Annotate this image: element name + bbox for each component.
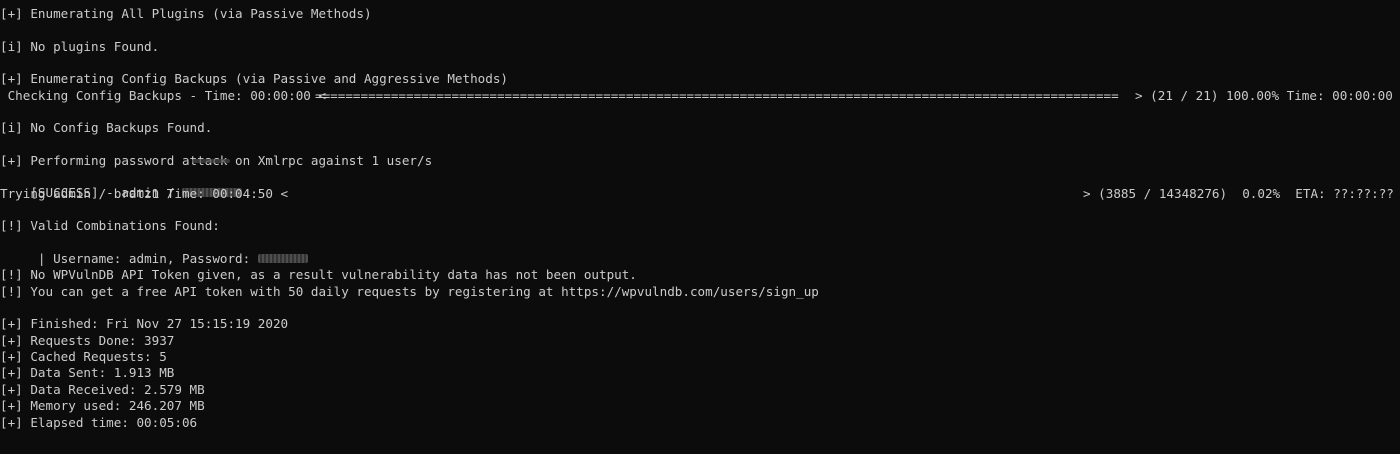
output-line-memory-used: [+] Memory used: 246.207 MB [0, 398, 205, 413]
output-line-enumerating-plugins: [+] Enumerating All Plugins (via Passive… [0, 6, 372, 21]
output-line-enumerating-config-backups: [+] Enumerating Config Backups (via Pass… [0, 71, 508, 86]
terminal-window[interactable]: [+] Enumerating All Plugins (via Passive… [0, 0, 1400, 454]
output-line-no-plugins: [i] No plugins Found. [0, 39, 160, 54]
progress-line-password-attempts: Trying admin / bratz1 Time: 00:04:50 < >… [0, 186, 1400, 202]
progress-label-config-backups: Checking Config Backups - Time: 00:00:00… [0, 88, 327, 103]
redaction-smudge [192, 159, 230, 163]
progress-line-config-backups: Checking Config Backups - Time: 00:00:00… [0, 88, 1400, 104]
redacted-password [257, 254, 308, 263]
progress-label-password-attempts: Trying admin / bratz1 Time: 00:04:50 < [0, 186, 289, 201]
progress-status-password-attempts: > (3885 / 14348276) 0.02% ETA: ??:??:?? [1083, 186, 1394, 201]
output-line-cached-requests: [+] Cached Requests: 5 [0, 349, 167, 364]
output-line-get-api-token: [!] You can get a free API token with 50… [0, 284, 819, 299]
output-line-elapsed-time: [+] Elapsed time: 00:05:06 [0, 415, 198, 430]
output-line-data-sent: [+] Data Sent: 1.913 MB [0, 365, 175, 380]
credentials-label: | Username: admin, Password: [30, 251, 258, 266]
progress-status-config-backups: > (21 / 21) 100.00% Time: 00:00:00 [1135, 88, 1393, 103]
output-line-no-api-token: [!] No WPVulnDB API Token given, as a re… [0, 267, 637, 282]
output-line-data-received: [+] Data Received: 2.579 MB [0, 382, 205, 397]
progress-bar-config-backups: ========================================… [315, 88, 1119, 103]
output-line-requests-done: [+] Requests Done: 3937 [0, 333, 175, 348]
output-line-success: [SUCCESS] - admin / [0, 169, 242, 200]
output-line-valid-combinations: [!] Valid Combinations Found: [0, 218, 220, 233]
output-line-finished: [+] Finished: Fri Nov 27 15:15:19 2020 [0, 316, 289, 331]
output-line-credentials: | Username: admin, Password: [0, 235, 308, 266]
output-line-no-config-backups: [i] No Config Backups Found. [0, 120, 213, 135]
